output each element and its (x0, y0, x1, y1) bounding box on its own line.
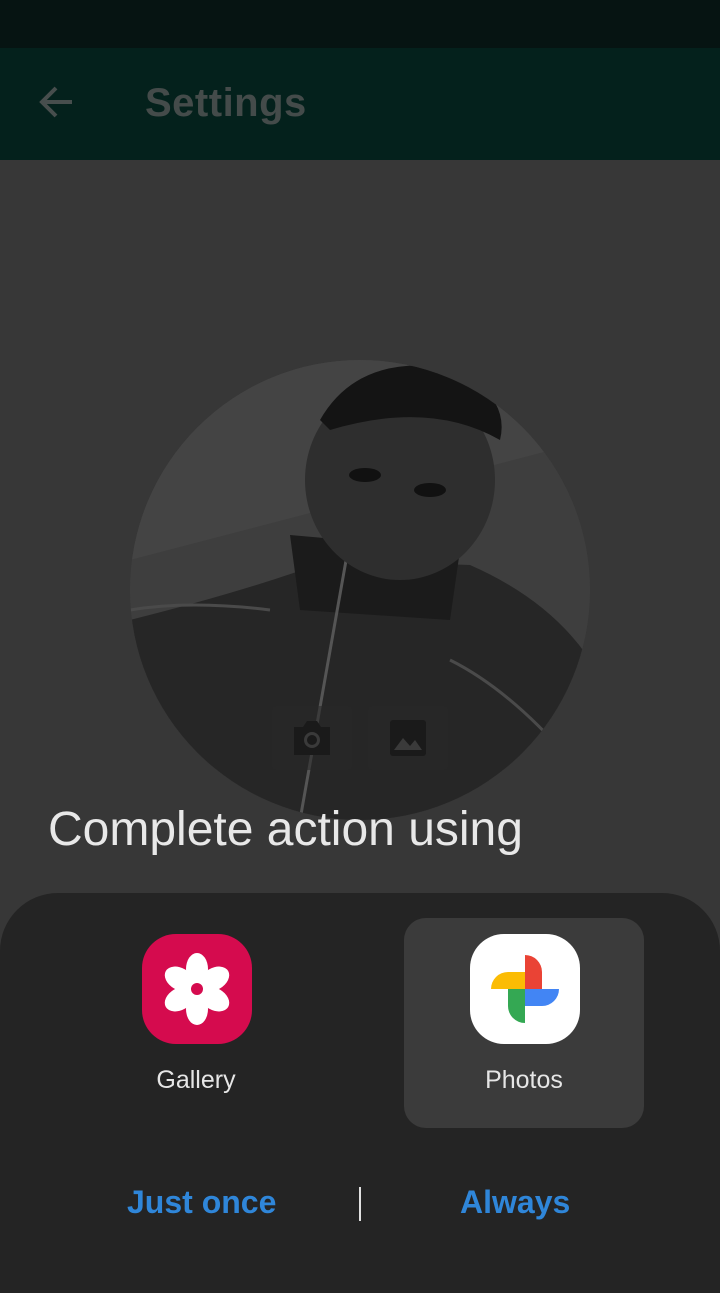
page-title: Settings (145, 81, 307, 125)
image-icon (390, 720, 426, 756)
always-button[interactable]: Always (460, 1184, 570, 1221)
app-option-photos[interactable]: Photos (404, 918, 644, 1128)
app-bar: Settings (0, 48, 720, 160)
app-label-gallery: Gallery (156, 1066, 236, 1094)
gallery-flower-icon (142, 934, 252, 1044)
pick-image-button[interactable] (368, 706, 448, 770)
button-divider (359, 1187, 361, 1221)
arrow-back-icon[interactable] (36, 82, 76, 122)
app-label-photos: Photos (485, 1066, 563, 1094)
app-option-gallery[interactable]: Gallery (76, 918, 316, 1128)
camera-icon (294, 721, 330, 755)
profile-avatar[interactable] (130, 360, 590, 820)
chooser-title: Complete action using (48, 803, 523, 856)
camera-button[interactable] (272, 706, 352, 770)
google-photos-pinwheel-icon (470, 934, 580, 1044)
just-once-button[interactable]: Just once (127, 1184, 276, 1221)
status-bar (0, 0, 720, 48)
